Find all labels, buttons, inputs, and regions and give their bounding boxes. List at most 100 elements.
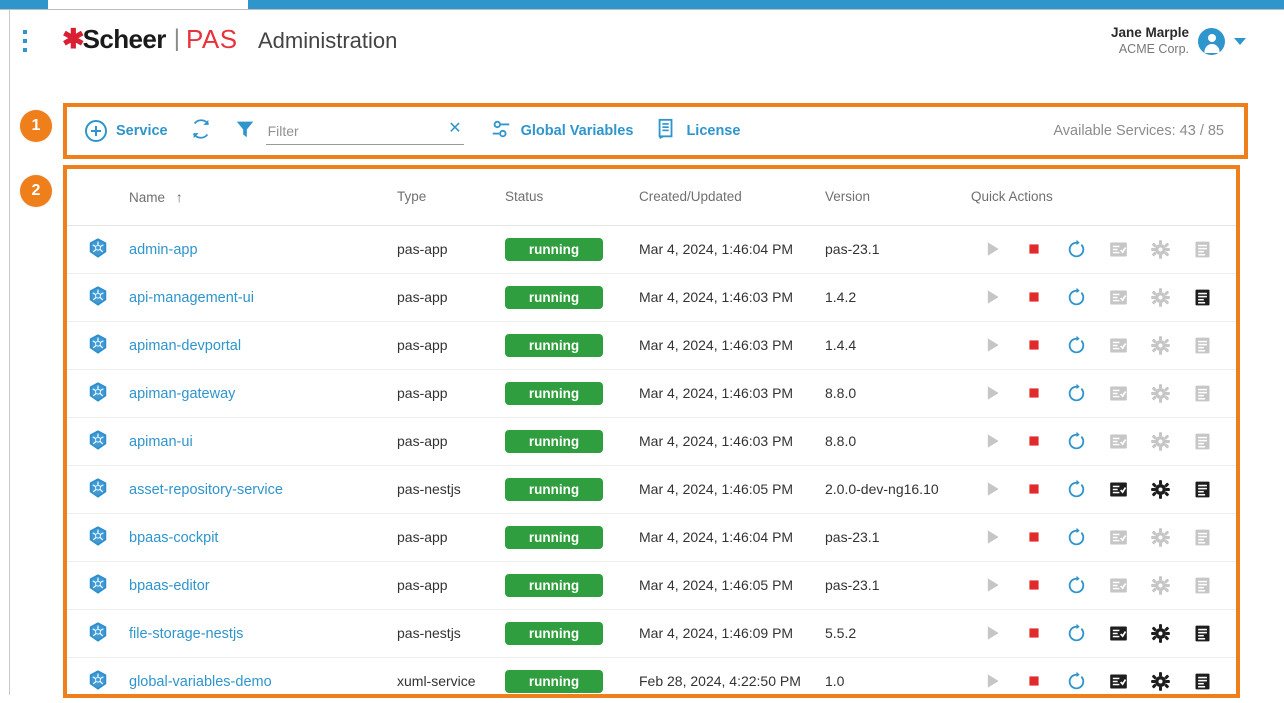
logs-button[interactable] [1181,527,1223,548]
start-button[interactable] [971,527,1013,547]
service-name-link[interactable]: admin-app [129,242,198,258]
chevron-down-icon[interactable] [1234,38,1246,45]
restart-button[interactable] [1055,383,1097,404]
tasks-button[interactable] [1097,383,1139,404]
user-menu[interactable]: Jane Marple ACME Corp. [1111,22,1246,60]
settings-button[interactable] [1139,287,1181,308]
avatar[interactable] [1198,28,1225,55]
service-name-link[interactable]: bpaas-cockpit [129,530,218,546]
logs-button[interactable] [1181,575,1223,596]
start-button[interactable] [971,239,1013,259]
tasks-button[interactable] [1097,479,1139,500]
close-icon[interactable]: ✕ [448,121,461,137]
tasks-button[interactable] [1097,287,1139,308]
tasks-button[interactable] [1097,335,1139,356]
restart-button[interactable] [1055,671,1097,692]
filter-toggle-button[interactable] [234,118,256,145]
column-header-type[interactable]: Type [397,169,505,225]
column-header-status[interactable]: Status [505,169,639,225]
start-button[interactable] [971,335,1013,355]
stop-button[interactable] [1013,287,1055,307]
settings-button[interactable] [1139,671,1181,692]
table-row[interactable]: asset-repository-servicepas-nestjsrunnin… [67,465,1236,513]
settings-button[interactable] [1139,239,1181,260]
start-button[interactable] [971,623,1013,643]
stop-button[interactable] [1013,575,1055,595]
table-row[interactable]: apiman-devportalpas-apprunningMar 4, 202… [67,321,1236,369]
table-row[interactable]: apiman-gatewaypas-apprunningMar 4, 2024,… [67,369,1236,417]
start-button[interactable] [971,383,1013,403]
column-header-created-updated[interactable]: Created/Updated [639,169,825,225]
settings-button[interactable] [1139,383,1181,404]
logs-button[interactable] [1181,623,1223,644]
stop-button[interactable] [1013,623,1055,643]
service-name-link[interactable]: apiman-gateway [129,386,235,402]
tasks-button[interactable] [1097,239,1139,260]
stop-button[interactable] [1013,383,1055,403]
restart-button[interactable] [1055,287,1097,308]
service-name-link[interactable]: apiman-devportal [129,338,241,354]
service-name-cell: bpaas-cockpit [129,513,397,561]
tasks-button[interactable] [1097,671,1139,692]
table-row[interactable]: api-management-uipas-apprunningMar 4, 20… [67,273,1236,321]
restart-button[interactable] [1055,479,1097,500]
stop-button[interactable] [1013,527,1055,547]
table-row[interactable]: admin-apppas-apprunningMar 4, 2024, 1:46… [67,225,1236,273]
restart-button[interactable] [1055,335,1097,356]
service-name-link[interactable]: bpaas-editor [129,578,210,594]
table-row[interactable]: file-storage-nestjspas-nestjsrunningMar … [67,609,1236,657]
tasks-button[interactable] [1097,623,1139,644]
settings-button[interactable] [1139,335,1181,356]
refresh-button[interactable] [190,118,212,145]
start-button[interactable] [971,671,1013,691]
tasks-button[interactable] [1097,431,1139,452]
table-row[interactable]: apiman-uipas-apprunningMar 4, 2024, 1:46… [67,417,1236,465]
logs-button[interactable] [1181,383,1223,404]
service-name-link[interactable]: global-variables-demo [129,674,272,690]
service-name-link[interactable]: apiman-ui [129,434,193,450]
stop-button[interactable] [1013,479,1055,499]
service-name-link[interactable]: file-storage-nestjs [129,626,243,642]
filter-field[interactable]: ✕ [266,118,464,145]
logs-button[interactable] [1181,431,1223,452]
restart-button[interactable] [1055,239,1097,260]
table-row[interactable]: bpaas-editorpas-apprunningMar 4, 2024, 1… [67,561,1236,609]
tasks-button[interactable] [1097,575,1139,596]
license-button[interactable]: License [655,118,740,145]
stop-button[interactable] [1013,335,1055,355]
table-row[interactable]: global-variables-demoxuml-servicerunning… [67,657,1236,694]
settings-button[interactable] [1139,431,1181,452]
column-header-name[interactable]: Name ↑ [129,169,397,225]
settings-button[interactable] [1139,623,1181,644]
logs-button[interactable] [1181,335,1223,356]
restart-button[interactable] [1055,575,1097,596]
settings-button[interactable] [1139,527,1181,548]
scheer-pas-logo[interactable]: ✱ Scheer | PAS [62,22,238,56]
settings-button[interactable] [1139,479,1181,500]
stop-button[interactable] [1013,239,1055,259]
logs-button[interactable] [1181,479,1223,500]
global-variables-button[interactable]: Global Variables [490,118,634,145]
logs-button[interactable] [1181,239,1223,260]
add-service-button[interactable]: Service [85,120,168,142]
service-name-link[interactable]: asset-repository-service [129,482,283,498]
start-button[interactable] [971,431,1013,451]
start-button[interactable] [971,575,1013,595]
search-input[interactable] [266,122,434,140]
start-button[interactable] [971,479,1013,499]
column-header-version[interactable]: Version [825,169,971,225]
logs-button[interactable] [1181,287,1223,308]
column-header-quick-actions: Quick Actions [971,169,1236,225]
settings-button[interactable] [1139,575,1181,596]
stop-button[interactable] [1013,431,1055,451]
tasks-button[interactable] [1097,527,1139,548]
restart-button[interactable] [1055,623,1097,644]
table-row[interactable]: bpaas-cockpitpas-apprunningMar 4, 2024, … [67,513,1236,561]
kebab-menu-icon[interactable] [22,30,28,52]
logs-button[interactable] [1181,671,1223,692]
start-button[interactable] [971,287,1013,307]
stop-button[interactable] [1013,671,1055,691]
restart-button[interactable] [1055,431,1097,452]
restart-button[interactable] [1055,527,1097,548]
service-name-link[interactable]: api-management-ui [129,290,254,306]
